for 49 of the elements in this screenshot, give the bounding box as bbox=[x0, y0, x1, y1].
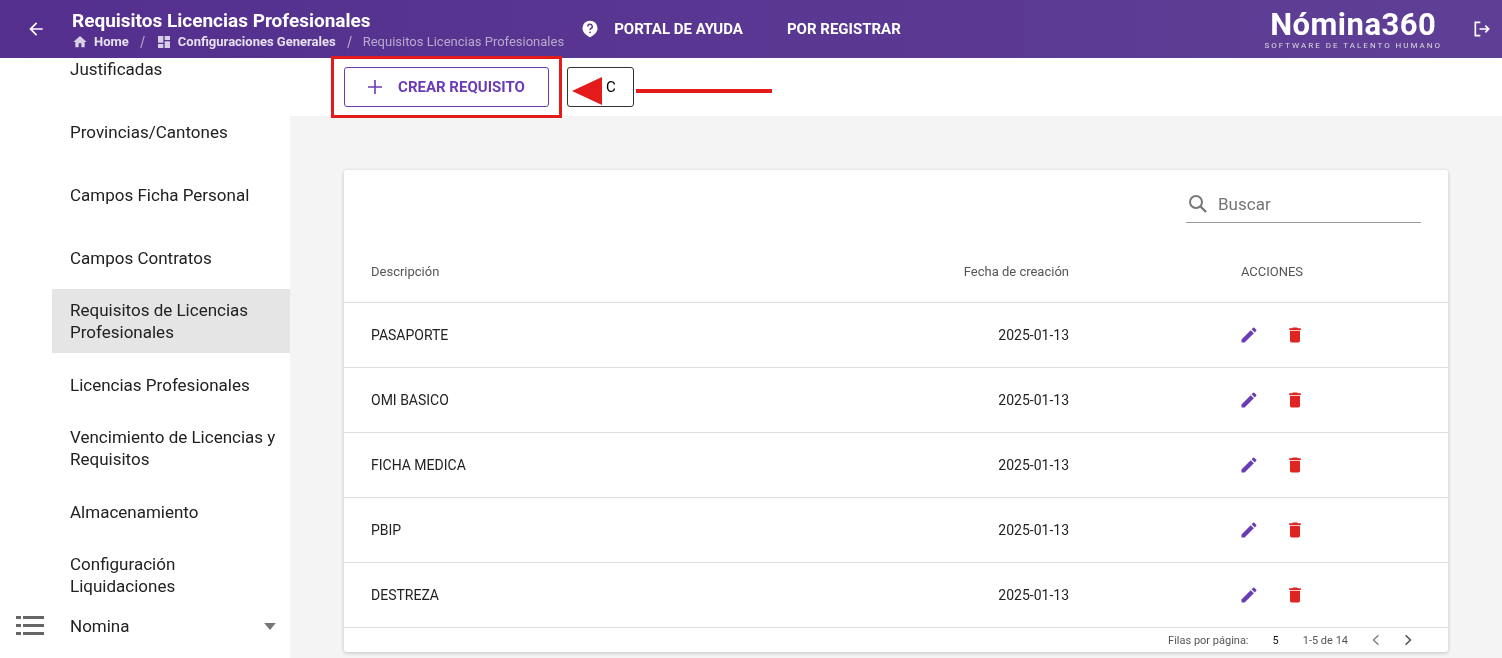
next-page-icon[interactable] bbox=[1404, 634, 1412, 646]
sidebar-item[interactable]: Provincias/Cantones bbox=[52, 100, 290, 163]
dropdown-caret-icon[interactable] bbox=[264, 622, 276, 630]
edit-icon[interactable] bbox=[1239, 390, 1259, 410]
edit-icon[interactable] bbox=[1239, 520, 1259, 540]
table-cell-text: DESTREZA bbox=[370, 587, 440, 603]
home-icon bbox=[72, 33, 88, 50]
header-link[interactable]: POR REGISTRAR bbox=[786, 20, 901, 38]
plus-icon bbox=[368, 80, 383, 94]
breadcrumb-separator-icon bbox=[138, 34, 146, 49]
column-header: ACCIONES bbox=[1239, 263, 1305, 279]
sidebar-section-label[interactable]: Nomina bbox=[70, 616, 264, 636]
table-cell-text: 2025-01-13 bbox=[997, 327, 1069, 343]
sidebar-item[interactable]: Licencias Profesionales bbox=[52, 353, 290, 416]
breadcrumb-separator-icon bbox=[345, 34, 353, 49]
logo-wordmark: Nómina360 bbox=[1270, 8, 1437, 41]
edit-icon[interactable] bbox=[1239, 585, 1259, 605]
sidebar-item[interactable]: Configuración Liquidaciones bbox=[52, 543, 290, 607]
sidebar-item[interactable]: Requisitos de Licencias Profesionales bbox=[52, 289, 290, 353]
header-link[interactable]: PORTAL DE AYUDA bbox=[614, 20, 743, 38]
table-cell-text: PBIP bbox=[370, 522, 403, 538]
table-cell-text: 2025-01-13 bbox=[997, 392, 1069, 408]
table-cell-text: OMI BASICO bbox=[370, 392, 450, 408]
table-cell-text: FICHA MEDICA bbox=[370, 457, 467, 473]
breadcrumb-link[interactable]: Home bbox=[94, 34, 129, 49]
list-icon bbox=[16, 615, 44, 637]
sidebar-item[interactable]: Almacenamiento bbox=[52, 480, 290, 543]
page-title: Requisitos Licencias Profesionales bbox=[72, 8, 372, 32]
logout-icon[interactable] bbox=[1472, 19, 1492, 39]
rows-per-page-select[interactable]: 5 bbox=[1272, 633, 1279, 647]
edit-icon[interactable] bbox=[1239, 455, 1259, 475]
page-range: 1-5 de 14 bbox=[1302, 633, 1348, 647]
edit-icon[interactable] bbox=[1239, 325, 1259, 345]
column-header: Fecha de creación bbox=[962, 263, 1069, 279]
sidebar-item[interactable]: Campos Ficha Personal bbox=[52, 163, 290, 226]
sidebar-item[interactable]: Justificadas bbox=[52, 58, 290, 100]
create-button[interactable]: CREAR REQUISITO bbox=[344, 67, 549, 107]
rows-per-page-label: Filas por página: bbox=[1168, 633, 1249, 647]
sidebar-item[interactable]: Vencimiento de Licencias y Requisitos bbox=[52, 416, 290, 480]
column-header: Descripción bbox=[370, 263, 441, 279]
dashboard-icon bbox=[155, 33, 172, 50]
previous-page-icon[interactable] bbox=[1372, 634, 1380, 646]
table-cell-text: PASAPORTE bbox=[370, 327, 450, 343]
table-cell-text: 2025-01-13 bbox=[997, 522, 1069, 538]
breadcrumb-link[interactable]: Configuraciones Generales bbox=[177, 34, 336, 49]
sidebar-item[interactable]: Campos Contratos bbox=[52, 226, 290, 289]
table-cell-text: 2025-01-13 bbox=[997, 457, 1069, 473]
logo-tagline: SOFTWARE DE TALENTO HUMANO bbox=[1264, 40, 1442, 50]
table-cell-text: 2025-01-13 bbox=[997, 587, 1069, 603]
